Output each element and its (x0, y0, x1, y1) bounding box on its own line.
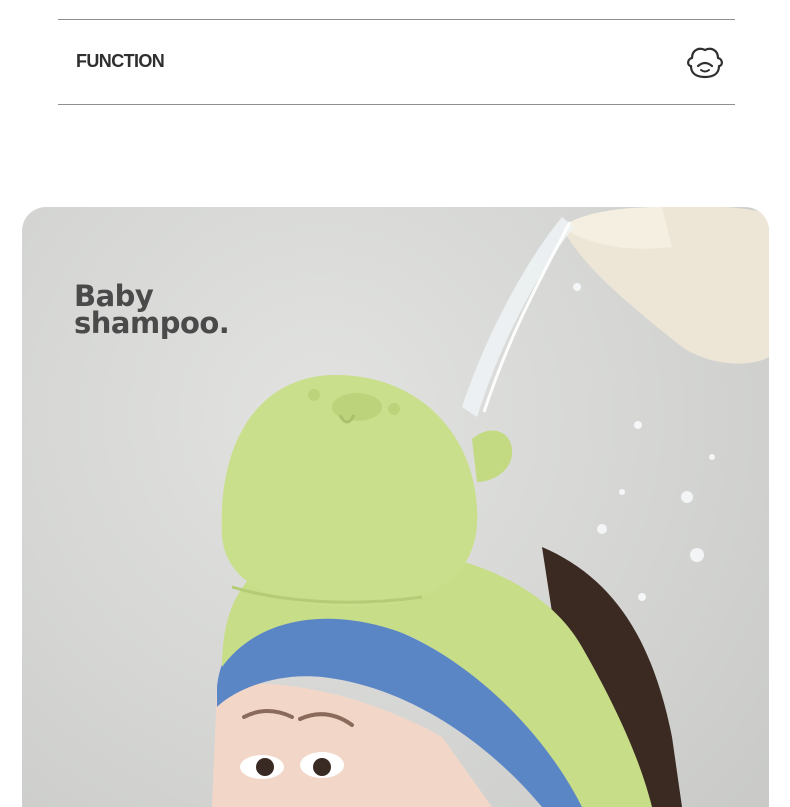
cute-face-icon (685, 44, 725, 80)
section-title: FUNCTION (76, 51, 165, 71)
hero-headline: Baby shampoo. (74, 282, 230, 340)
section-header: FUNCTION (58, 19, 735, 105)
product-photo: Baby shampoo. (22, 207, 769, 807)
headline-line-2: shampoo. (74, 306, 230, 340)
